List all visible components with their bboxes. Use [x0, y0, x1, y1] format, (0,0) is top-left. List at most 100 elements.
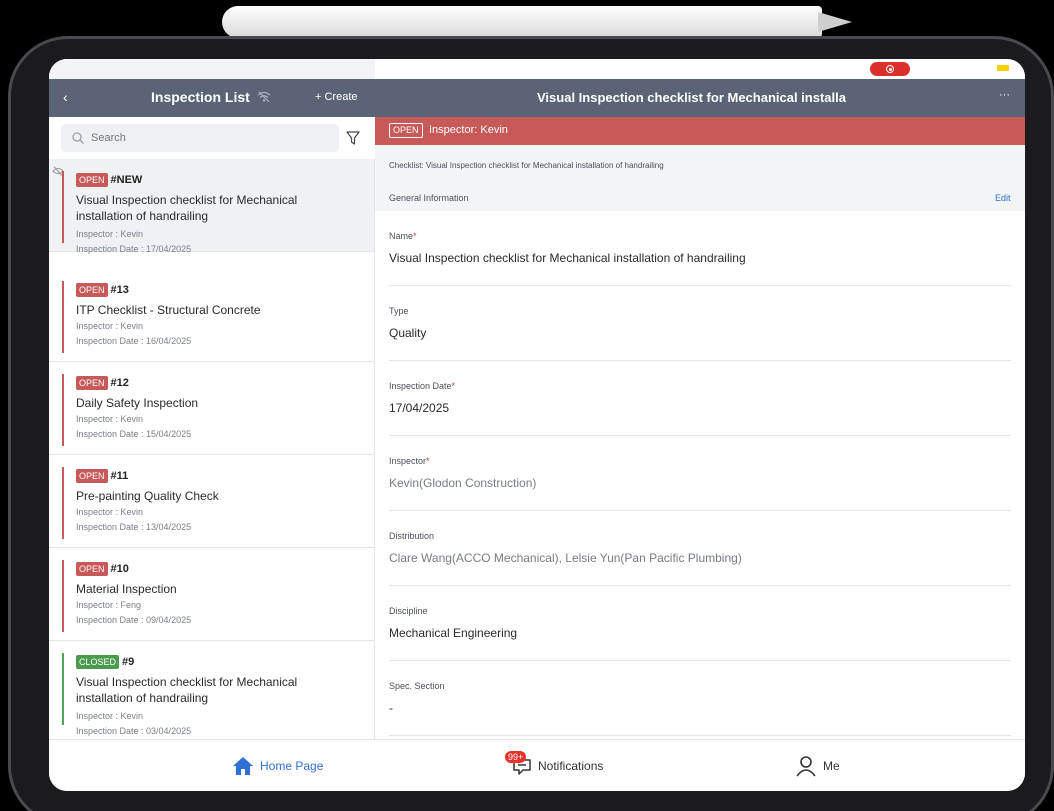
user-icon	[796, 756, 816, 777]
stylus-tip	[818, 12, 852, 32]
inspection-number: #11	[110, 470, 129, 482]
status-bar-stripe	[62, 560, 64, 632]
field-value: Clare Wang(ACCO Mechanical), Lelsie Yun(…	[389, 551, 742, 565]
status-bar	[49, 59, 1025, 79]
inspection-number: #13	[110, 284, 129, 296]
tab-label: Me	[823, 759, 840, 773]
field-value: Visual Inspection checklist for Mechanic…	[389, 251, 746, 265]
inspection-date: Inspection Date : 13/04/2025	[76, 522, 192, 532]
inspection-title: Visual Inspection checklist for Mechanic…	[76, 193, 298, 223]
stylus-pencil	[222, 6, 822, 38]
required-marker: *	[451, 381, 456, 391]
tab-me[interactable]: Me	[795, 740, 840, 791]
label-text: Type	[389, 306, 409, 316]
card-header: OPEN #13	[76, 283, 129, 297]
general-information-heading: General Information	[389, 193, 469, 203]
inspection-number: #12	[110, 377, 129, 389]
search-row	[49, 117, 375, 159]
inspection-inspector: Inspector : Kevin	[76, 414, 144, 424]
inspection-date: Inspection Date : 09/04/2025	[76, 615, 192, 625]
card-header: OPEN #12	[76, 376, 129, 390]
field-label: Name*	[389, 231, 417, 241]
search-input[interactable]	[91, 131, 321, 145]
inspection-list: OPEN #NEW Visual Inspection checklist fo…	[49, 159, 375, 739]
back-button[interactable]: ‹	[63, 89, 68, 105]
battery-icon	[997, 65, 1009, 71]
card-header: OPEN #NEW	[76, 173, 142, 187]
status-badge: OPEN	[76, 173, 108, 187]
inspection-card[interactable]: CLOSED #9 Visual Inspection checklist fo…	[49, 641, 374, 739]
inspection-date: Inspection Date : 17/04/2025	[76, 244, 192, 254]
status-bar-stripe	[62, 374, 64, 446]
required-marker: *	[426, 456, 430, 466]
tab-home[interactable]: Home Page	[232, 740, 323, 791]
status-badge: OPEN	[389, 123, 423, 138]
field-inspector: Inspector* Kevin(Glodon Construction)	[389, 436, 1011, 511]
edit-button[interactable]: Edit	[995, 193, 1011, 203]
field-type: Type Quality	[389, 286, 1011, 361]
field-value: 17/04/2025	[389, 401, 450, 415]
field-name: Name* Visual Inspection checklist for Me…	[389, 211, 1011, 286]
filter-icon[interactable]	[345, 130, 361, 146]
inspection-card[interactable]: OPEN #12 Daily Safety Inspection Inspect…	[49, 362, 374, 455]
field-distribution: Distribution Clare Wang(ACCO Mechanical)…	[389, 511, 1011, 586]
search-box[interactable]	[61, 124, 339, 152]
inspection-list-header: ‹ Inspection List + Create	[49, 79, 375, 117]
detail-header: Visual Inspection checklist for Mechanic…	[375, 79, 1025, 117]
status-badge: OPEN	[76, 562, 108, 576]
field-value: Mechanical Engineering	[389, 626, 518, 640]
inspection-card[interactable]: OPEN #10 Material Inspection Inspector :…	[49, 548, 374, 641]
field-value: Kevin(Glodon Construction)	[389, 476, 537, 490]
tab-label: Notifications	[538, 759, 604, 773]
bottom-tab-bar: Home Page 99+ Notifications Me	[49, 739, 1025, 791]
label-text: Inspection Date	[389, 381, 452, 391]
inspection-date: Inspection Date : 03/04/2025	[76, 726, 192, 736]
notification-count-badge: 99+	[505, 751, 527, 763]
app-screen: ‹ Inspection List + Create Search OPEN #…	[49, 59, 1025, 791]
field-label: Spec. Section	[389, 681, 445, 691]
inspection-inspector: Inspector : Kevin	[76, 711, 144, 721]
field-inspection-date: Inspection Date* 17/04/2025	[389, 361, 1011, 436]
label-text: Distribution	[389, 531, 435, 541]
field-label: Discipline	[389, 606, 428, 616]
label-text: Name	[389, 231, 414, 241]
inspection-card[interactable]: OPEN #NEW Visual Inspection checklist fo…	[49, 159, 374, 254]
inspection-title: ITP Checklist - Structural Concrete	[76, 303, 261, 317]
inspection-inspector: Inspector : Feng	[76, 600, 142, 610]
offline-wifi-icon	[257, 91, 271, 103]
record-icon	[886, 65, 894, 73]
status-badge: OPEN	[76, 469, 108, 483]
checklist-name: Checklist: Visual Inspection checklist f…	[389, 161, 664, 170]
tab-label: Home Page	[260, 759, 324, 773]
label-text: Spec. Section	[389, 681, 445, 691]
inspection-date: Inspection Date : 15/04/2025	[76, 429, 192, 439]
card-header: CLOSED #9	[76, 655, 134, 669]
status-bar-stripe	[62, 281, 64, 353]
field-label: Inspector*	[389, 456, 430, 466]
inspection-card[interactable]: OPEN #13 ITP Checklist - Structural Conc…	[49, 269, 374, 362]
inspection-card[interactable]: OPEN #11 Pre-painting Quality Check Insp…	[49, 455, 374, 548]
inspection-inspector: Inspector : Kevin	[76, 229, 144, 239]
screen-recording-indicator	[870, 62, 910, 76]
status-bar-stripe	[62, 653, 64, 725]
page-title: Inspection List	[151, 89, 250, 105]
inspection-inspector: Inspector : Kevin	[76, 507, 144, 517]
field-discipline: Discipline Mechanical Engineering	[389, 586, 1011, 661]
status-bar-stripe	[62, 467, 64, 539]
more-options-button[interactable]: ···	[999, 89, 1010, 101]
status-bar-left	[49, 59, 375, 79]
status-bar-stripe	[62, 171, 64, 243]
inspection-number: #NEW	[110, 174, 143, 186]
card-header: OPEN #10	[76, 562, 129, 576]
inspection-date: Inspection Date : 16/04/2025	[76, 336, 192, 346]
inspection-title: Pre-painting Quality Check	[76, 489, 219, 503]
status-badge: CLOSED	[76, 655, 120, 669]
tab-notifications[interactable]: 99+ Notifications	[505, 740, 604, 791]
field-label: Inspection Date*	[389, 381, 455, 391]
search-icon	[72, 132, 84, 144]
field-label: Distribution	[389, 531, 434, 541]
inspection-title: Visual Inspection checklist for Mechanic…	[76, 675, 298, 705]
label-text: Inspector	[389, 456, 427, 466]
inspection-inspector: Inspector : Kevin	[76, 321, 144, 331]
create-button[interactable]: + Create	[315, 91, 358, 103]
